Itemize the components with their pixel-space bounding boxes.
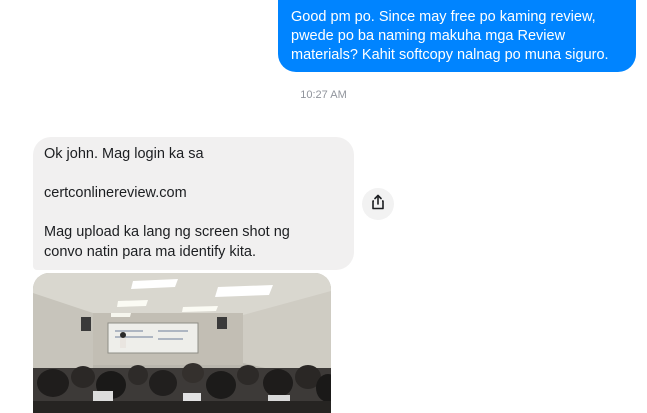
outgoing-message-bubble[interactable]: Good pm po. Since may free po kaming rev…	[278, 0, 636, 72]
message-timestamp: 10:27 AM	[300, 89, 347, 101]
message-text-line: Good pm po. Since may free po kaming rev…	[291, 9, 596, 25]
message-text-line: Mag upload ka lang ng screen shot ng	[44, 224, 290, 240]
message-text-line: materials? Kahit softcopy nalnag po muna…	[291, 47, 609, 63]
share-button[interactable]	[362, 188, 394, 220]
message-text-line: convo natin para ma identify kita.	[44, 243, 256, 260]
attached-photo[interactable]	[33, 273, 331, 413]
message-text-line: Ok john. Mag login ka sa	[44, 146, 204, 162]
message-text-line: pwede po ba naming makuha mga Review	[291, 28, 566, 44]
message-link-text: certconlinereview.com	[44, 185, 187, 201]
incoming-message-bubble[interactable]: Ok john. Mag login ka sa certconlinerevi…	[33, 137, 354, 270]
share-icon	[370, 194, 386, 215]
classroom-photo-image	[33, 273, 331, 413]
